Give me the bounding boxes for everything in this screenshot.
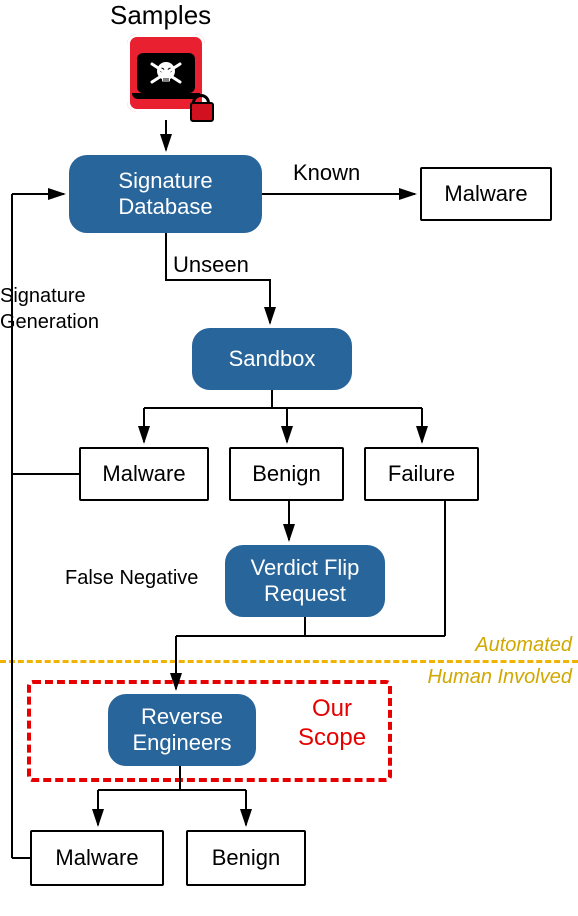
partition-line: [0, 660, 578, 663]
node-re-malware: Malware: [30, 830, 164, 886]
edge-label-false-negative: False Negative: [65, 567, 198, 590]
label-human-involved: Human Involved: [427, 666, 572, 689]
node-re-benign: Benign: [186, 830, 306, 886]
node-sandbox-malware: Malware: [79, 447, 209, 501]
title-samples: Samples: [110, 0, 211, 31]
label-our-scope: Our Scope: [298, 695, 366, 753]
node-verdict-flip-request: Verdict Flip Request: [225, 545, 385, 617]
edge-label-known: Known: [293, 160, 360, 186]
node-known-malware: Malware: [420, 167, 552, 221]
lock-icon: [187, 96, 213, 122]
node-sandbox-benign: Benign: [229, 447, 344, 501]
node-sandbox-failure: Failure: [364, 447, 479, 501]
node-sandbox: Sandbox: [192, 328, 352, 390]
malware-sample-icon: [127, 34, 205, 112]
edge-label-unseen: Unseen: [173, 252, 249, 278]
node-signature-database: Signature Database: [69, 155, 262, 233]
label-automated: Automated: [475, 634, 572, 657]
edge-label-signature-generation: Signature Generation: [0, 283, 99, 335]
